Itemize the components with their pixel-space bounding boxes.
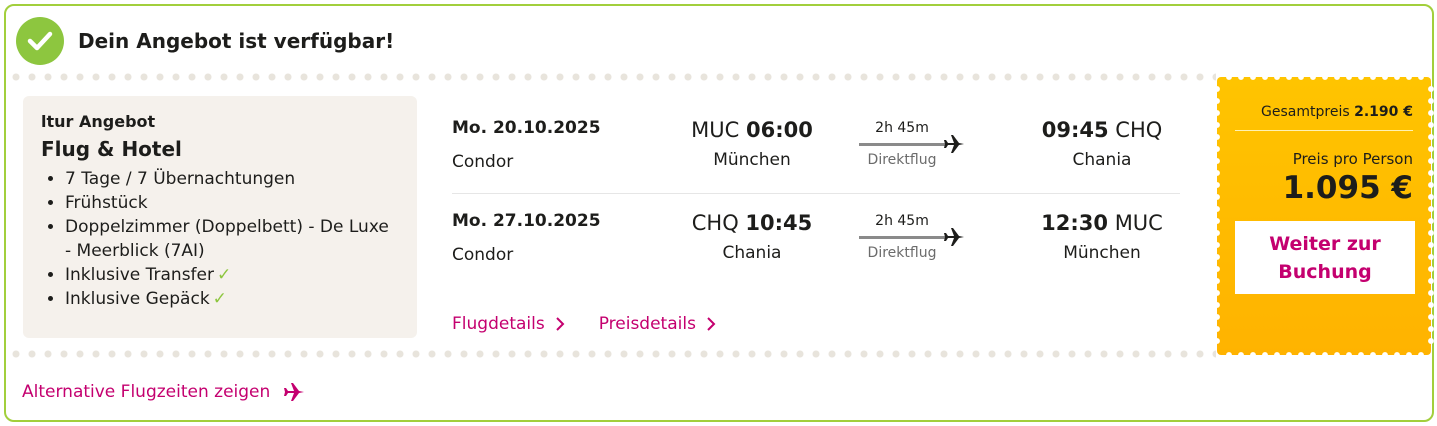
departure-time: 06:00 [745, 118, 813, 142]
feature-item: Doppelzimmer (Doppelbett) - De Luxe - Me… [65, 215, 399, 263]
check-circle-icon [16, 17, 64, 65]
availability-status: Dein Angebot ist verfügbar! [16, 16, 394, 66]
chevron-right-icon [555, 317, 565, 331]
feature-text: 7 Tage / 7 Übernachtungen [65, 169, 296, 189]
flight-divider [452, 193, 1180, 194]
chevron-right-icon [707, 317, 716, 331]
departure-city: Chania [722, 243, 782, 263]
total-price-value: 2.190 € [1354, 104, 1413, 120]
flight-line [859, 236, 945, 239]
flight-details-link[interactable]: Flugdetails [452, 314, 565, 334]
flight-date: Mo. 27.10.2025 [452, 211, 601, 231]
feature-text: Inklusive Gepäck [65, 289, 210, 309]
check-icon: ✓ [217, 265, 232, 285]
perforation-bottom [8, 348, 1216, 360]
continue-booking-button[interactable]: Weiter zur Buchung [1235, 221, 1415, 294]
arrival-city: Chania [1072, 150, 1132, 170]
flight-kind: Direktflug [867, 152, 937, 168]
price-panel: Gesamtpreis 2.190 € Preis pro Person 1.0… [1213, 73, 1435, 359]
total-price-label: Gesamtpreis [1261, 104, 1350, 120]
offer-title: Flug & Hotel [41, 137, 182, 161]
feature-text: Frühstück [65, 193, 148, 213]
feature-item: Inklusive Gepäck✓ [65, 287, 399, 311]
feature-list: 7 Tage / 7 Übernachtungen Frühstück Dopp… [41, 167, 399, 311]
arrival-time: 12:30 [1041, 211, 1108, 235]
arrival-code: MUC [1114, 211, 1163, 235]
per-person-label: Preis pro Person [1292, 150, 1413, 168]
flight-date: Mo. 20.10.2025 [452, 118, 601, 138]
price-panel-edge [1223, 351, 1425, 359]
departure-code: CHQ [691, 211, 739, 235]
total-price: Gesamtpreis 2.190 € [1261, 104, 1413, 120]
status-title: Dein Angebot ist verfügbar! [78, 29, 395, 53]
airline: Condor [452, 245, 514, 265]
price-divider [1235, 130, 1413, 131]
feature-item: 7 Tage / 7 Übernachtungen [65, 167, 399, 191]
arrival-city: München [1063, 243, 1141, 263]
departure: CHQ 10:45 [677, 211, 827, 235]
flight-line [859, 143, 945, 146]
detail-links: Flugdetails Preisdetails [452, 314, 716, 334]
arrival-code: CHQ [1115, 118, 1163, 142]
airplane-icon [284, 383, 305, 401]
arrival-time: 09:45 [1041, 118, 1109, 142]
departure-time: 10:45 [745, 211, 813, 235]
offer-summary: ltur Angebot Flug & Hotel 7 Tage / 7 Übe… [23, 96, 417, 338]
per-person-price: 1.095 € [1282, 170, 1413, 206]
departure-code: MUC [691, 118, 740, 142]
feature-item: Inklusive Transfer✓ [65, 263, 399, 287]
arrival: 12:30 MUC [997, 211, 1207, 235]
outbound-flight: Mo. 20.10.2025 Condor MUC 06:00 München … [452, 112, 1182, 192]
departure: MUC 06:00 [677, 118, 827, 142]
feature-text: Doppelzimmer (Doppelbett) - De Luxe - Me… [65, 217, 389, 261]
flight-duration: 2h 45m [875, 120, 929, 136]
departure-city: München [713, 150, 791, 170]
feature-text: Inklusive Transfer [65, 265, 214, 285]
offer-label: ltur Angebot [41, 112, 156, 131]
alternative-flight-times-label: Alternative Flugzeiten zeigen [22, 382, 271, 402]
feature-item: Frühstück [65, 191, 399, 215]
perforation-top [8, 71, 1216, 83]
price-details-link[interactable]: Preisdetails [599, 314, 716, 334]
flight-kind: Direktflug [867, 245, 937, 261]
airline: Condor [452, 152, 514, 172]
price-panel-edge [1223, 73, 1425, 81]
return-flight: Mo. 27.10.2025 Condor CHQ 10:45 Chania 2… [452, 205, 1182, 285]
arrival: 09:45 CHQ [997, 118, 1207, 142]
alternative-flight-times-link[interactable]: Alternative Flugzeiten zeigen [22, 380, 306, 404]
flight-details-label: Flugdetails [452, 314, 545, 334]
flight-duration: 2h 45m [875, 213, 929, 229]
price-details-label: Preisdetails [598, 314, 696, 334]
check-icon: ✓ [212, 289, 227, 309]
